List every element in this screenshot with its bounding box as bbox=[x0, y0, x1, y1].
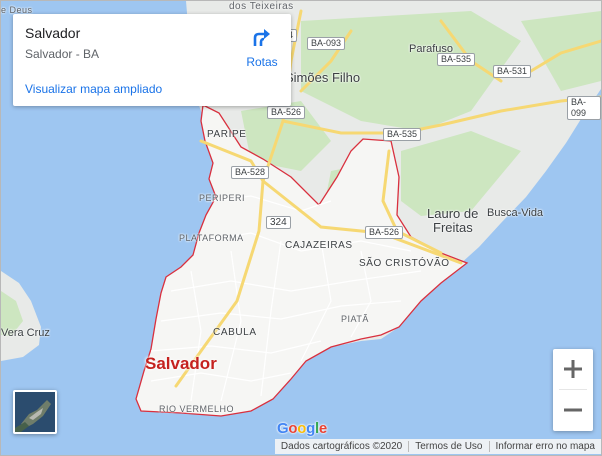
place-label-lauro-de-freitas-2: Freitas bbox=[433, 220, 473, 235]
place-label-vera-cruz: Vera Cruz bbox=[1, 327, 50, 339]
road-shield-br324: 324 bbox=[266, 216, 291, 229]
neighborhood-label-paripe: PARIPE bbox=[207, 129, 247, 140]
neighborhood-label-cajazeiras: CAJAZEIRAS bbox=[285, 240, 353, 251]
directions-icon bbox=[253, 29, 270, 46]
neighborhood-label-rio-vermelho: RIO VERMELHO bbox=[159, 404, 235, 414]
neighborhood-label-cabula: CABULA bbox=[213, 327, 257, 338]
logo-letter: e bbox=[318, 420, 327, 437]
map-data-credit: Dados cartográficos ©2020 bbox=[280, 441, 403, 452]
neighborhood-label-periperi: PERIPERI bbox=[199, 193, 246, 203]
plus-icon bbox=[564, 360, 582, 378]
place-label-simoes-filho: Simões Filho bbox=[285, 70, 361, 85]
satellite-toggle[interactable] bbox=[13, 390, 57, 434]
logo-letter: o bbox=[288, 420, 298, 437]
place-info-card: Salvador Salvador - BA Visualizar mapa a… bbox=[13, 14, 291, 106]
neighborhood-label-sao-cristovao: SÃO CRISTÓVÃO bbox=[359, 258, 450, 269]
minus-icon bbox=[564, 408, 582, 412]
place-label: dos Teixeiras bbox=[229, 1, 294, 12]
zoom-in-button[interactable] bbox=[553, 349, 593, 389]
place-title: Salvador bbox=[25, 25, 81, 41]
place-address: Salvador - BA bbox=[25, 47, 100, 61]
zoom-controls bbox=[553, 349, 593, 431]
place-label-busca-vida: Busca-Vida bbox=[487, 207, 544, 219]
neighborhood-label-piata: PIATÃ bbox=[341, 314, 369, 324]
logo-letter: o bbox=[297, 420, 307, 437]
city-label-salvador: Salvador bbox=[145, 354, 217, 373]
google-logo: Google bbox=[277, 420, 327, 437]
road-shield-ba531: BA-531 bbox=[493, 65, 532, 78]
road-shield-ba526: BA-526 bbox=[365, 226, 404, 239]
satellite-thumbnail-icon bbox=[15, 392, 55, 432]
road-shield-ba535: BA-535 bbox=[437, 53, 476, 66]
terms-of-use-link[interactable]: Termos de Uso bbox=[409, 441, 488, 452]
logo-letter: G bbox=[277, 420, 289, 437]
view-larger-map-link[interactable]: Visualizar mapa ampliado bbox=[25, 82, 162, 96]
place-label-lauro-de-freitas: Lauro de bbox=[427, 206, 479, 221]
road-shield-ba526: BA-526 bbox=[267, 106, 306, 119]
map-viewport[interactable]: e Deus dos Teixeiras Simões Filho Parafu… bbox=[0, 0, 602, 456]
directions-button[interactable]: Rotas bbox=[241, 26, 283, 69]
logo-letter: g bbox=[306, 420, 315, 437]
road-shield-ba093: BA-093 bbox=[307, 37, 346, 50]
zoom-out-button[interactable] bbox=[553, 390, 593, 430]
neighborhood-label-plataforma: PLATAFORMA bbox=[179, 233, 244, 243]
road-shield-ba528: BA-528 bbox=[231, 166, 270, 179]
road-shield-ba099: BA-099 bbox=[567, 96, 601, 120]
attribution-bar: Dados cartográficos ©2020 Termos de Uso … bbox=[274, 439, 602, 454]
directions-label: Rotas bbox=[246, 55, 278, 69]
road-shield-ba535: BA-535 bbox=[383, 128, 422, 141]
report-map-error-link[interactable]: Informar erro no mapa bbox=[490, 441, 602, 452]
